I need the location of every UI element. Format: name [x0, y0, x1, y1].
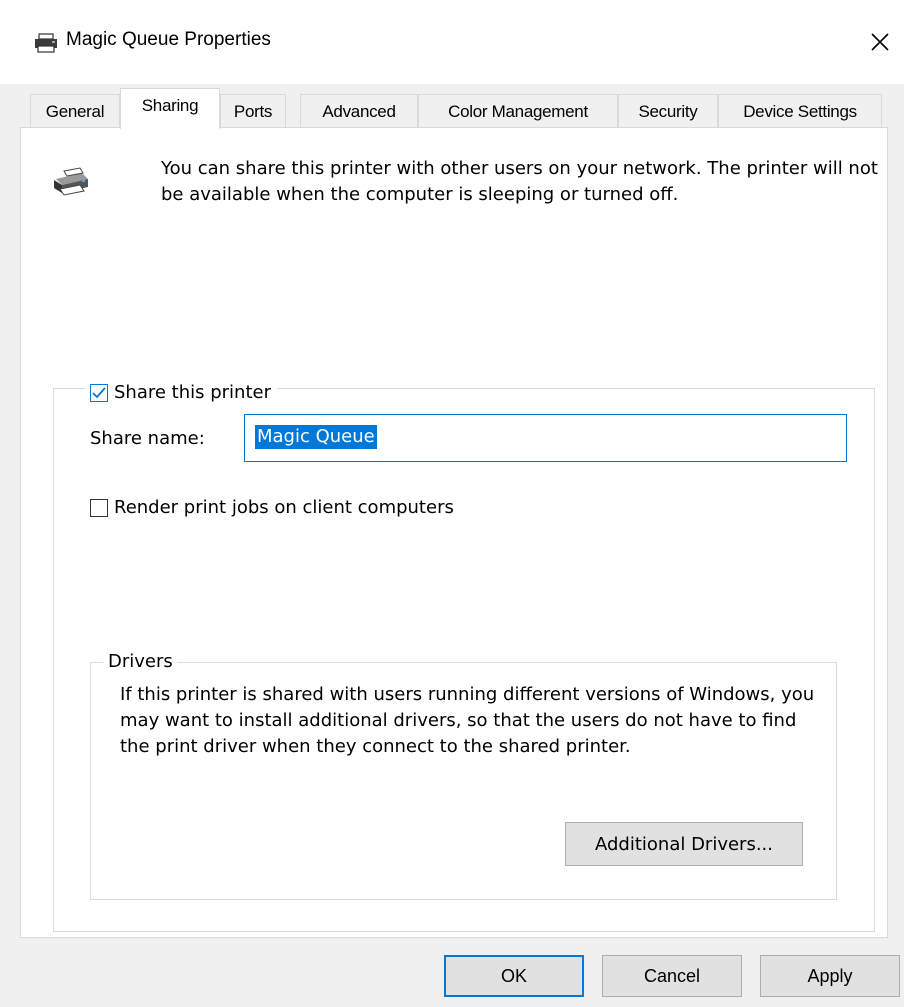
tab-sharing[interactable]: Sharing — [120, 88, 220, 129]
share-checkbox-label: Share this printer — [114, 382, 271, 403]
checkbox-box[interactable] — [90, 384, 108, 402]
tab-advanced[interactable]: Advanced — [300, 94, 418, 128]
drivers-description: If this printer is shared with users run… — [120, 684, 815, 757]
drivers-legend: Drivers — [104, 651, 177, 673]
window-title: Magic Queue Properties — [66, 29, 271, 50]
share-name-input[interactable]: Magic Queue — [244, 414, 847, 462]
intro-text: You can share this printer with other us… — [161, 158, 878, 205]
share-name-value: Magic Queue — [255, 425, 377, 449]
title-bar: Magic Queue Properties — [0, 0, 904, 84]
tab-strip: General Sharing Ports Advanced Color Man… — [0, 84, 904, 129]
render-checkbox-label: Render print jobs on client computers — [114, 497, 454, 518]
additional-drivers-button[interactable]: Additional Drivers... — [565, 822, 803, 866]
tab-general[interactable]: General — [30, 94, 120, 128]
share-checkbox[interactable]: Share this printer — [86, 382, 277, 404]
cancel-button[interactable]: Cancel — [602, 955, 742, 997]
share-name-label: Share name: — [90, 428, 205, 449]
printer-icon — [35, 33, 57, 53]
tab-device-settings[interactable]: Device Settings — [718, 94, 882, 128]
checkmark-icon — [92, 387, 106, 399]
ok-button[interactable]: OK — [444, 955, 584, 997]
printer-icon — [54, 167, 88, 196]
close-button[interactable] — [856, 18, 904, 66]
apply-button[interactable]: Apply — [760, 955, 900, 997]
checkbox-box[interactable] — [90, 499, 108, 517]
close-icon — [871, 33, 889, 51]
render-checkbox[interactable]: Render print jobs on client computers — [90, 496, 454, 520]
tab-color-management[interactable]: Color Management — [418, 94, 618, 128]
tab-ports[interactable]: Ports — [220, 94, 286, 128]
tab-security[interactable]: Security — [618, 94, 718, 128]
